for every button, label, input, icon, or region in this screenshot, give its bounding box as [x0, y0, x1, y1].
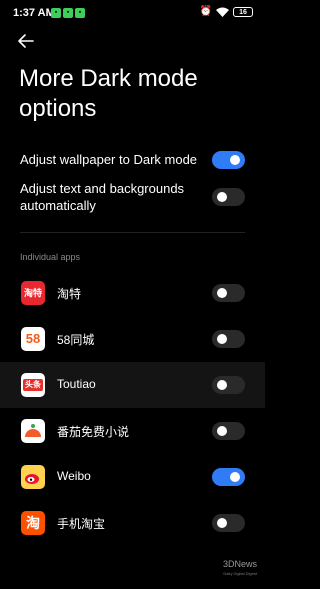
- fanqie-novel-app-icon: [21, 419, 45, 443]
- toggle-knob: [217, 334, 227, 344]
- icon-text: 58: [25, 331, 41, 346]
- app-row-fanqie[interactable]: 番茄免费小说: [0, 408, 265, 454]
- app-dark-toggle[interactable]: [212, 422, 245, 440]
- app-name: Weibo: [57, 469, 91, 483]
- notification-icon: ▪: [51, 8, 61, 18]
- app-dark-toggle[interactable]: [212, 330, 245, 348]
- status-bar: 1:37 AM ▪ ▪ ▪ ⏰ 16: [0, 0, 265, 28]
- watermark-subtext: Daily Digital Digest: [223, 571, 257, 576]
- app-dark-toggle[interactable]: [212, 514, 245, 532]
- toggle-knob: [217, 380, 227, 390]
- 58-app-icon: 58: [21, 327, 45, 351]
- app-dark-toggle[interactable]: [212, 284, 245, 302]
- status-time: 1:37 AM: [13, 7, 55, 19]
- app-dark-toggle[interactable]: [212, 468, 245, 486]
- toggle-knob: [230, 472, 240, 482]
- app-name: 手机淘宝: [57, 517, 106, 531]
- text-backgrounds-toggle[interactable]: [212, 188, 245, 206]
- weibo-eye-icon: [25, 474, 39, 484]
- toggle-knob: [217, 192, 227, 202]
- watermark: 3DNews Daily Digital Digest: [223, 560, 257, 578]
- icon-text: 头条: [23, 379, 43, 391]
- toggle-knob: [230, 155, 240, 165]
- icon-text: 淘特: [23, 288, 42, 298]
- app-row-toutiao[interactable]: 头条 Toutiao: [0, 362, 265, 408]
- app-row-weibo[interactable]: Weibo: [0, 454, 265, 500]
- app-name: 番茄免费小说: [57, 425, 130, 439]
- divider: [20, 232, 245, 233]
- setting-label: Adjust wallpaper to Dark mode: [20, 152, 198, 167]
- back-button[interactable]: [16, 31, 36, 51]
- page-title: More Dark mode options: [19, 65, 198, 122]
- app-row-taobao[interactable]: 淘 手机淘宝: [0, 500, 265, 546]
- back-arrow-icon: [18, 34, 34, 48]
- setting-label: Adjust text and backgrounds automaticall…: [20, 181, 185, 213]
- app-row-58[interactable]: 58 58同城: [0, 316, 265, 362]
- notification-icon: ▪: [75, 8, 85, 18]
- taobao-app-icon: 淘: [21, 511, 45, 535]
- battery-icon: 16: [233, 6, 253, 17]
- icon-text: 淘: [26, 515, 40, 531]
- toggle-knob: [217, 288, 227, 298]
- toggle-knob: [217, 518, 227, 528]
- weibo-app-icon: [21, 465, 45, 489]
- app-dark-toggle[interactable]: [212, 376, 245, 394]
- app-name: 58同城: [57, 333, 95, 347]
- setting-adjust-text[interactable]: Adjust text and backgrounds automaticall…: [0, 180, 265, 216]
- toutiao-app-icon: 头条: [21, 373, 45, 397]
- watermark-text: 3DNews: [222, 559, 257, 569]
- app-name: 淘特: [57, 287, 82, 301]
- section-label: Individual apps: [20, 252, 81, 262]
- wallpaper-dark-toggle[interactable]: [212, 151, 245, 169]
- app-name: Toutiao: [57, 377, 96, 391]
- app-row-taote[interactable]: 淘特 淘特: [0, 270, 265, 316]
- setting-adjust-wallpaper[interactable]: Adjust wallpaper to Dark mode: [0, 150, 265, 170]
- taote-app-icon: 淘特: [21, 281, 45, 305]
- toggle-knob: [217, 426, 227, 436]
- wifi-icon: [216, 7, 229, 17]
- alarm-icon: ⏰: [199, 6, 212, 17]
- tomato-icon: [25, 424, 41, 437]
- notification-icon: ▪: [63, 8, 73, 18]
